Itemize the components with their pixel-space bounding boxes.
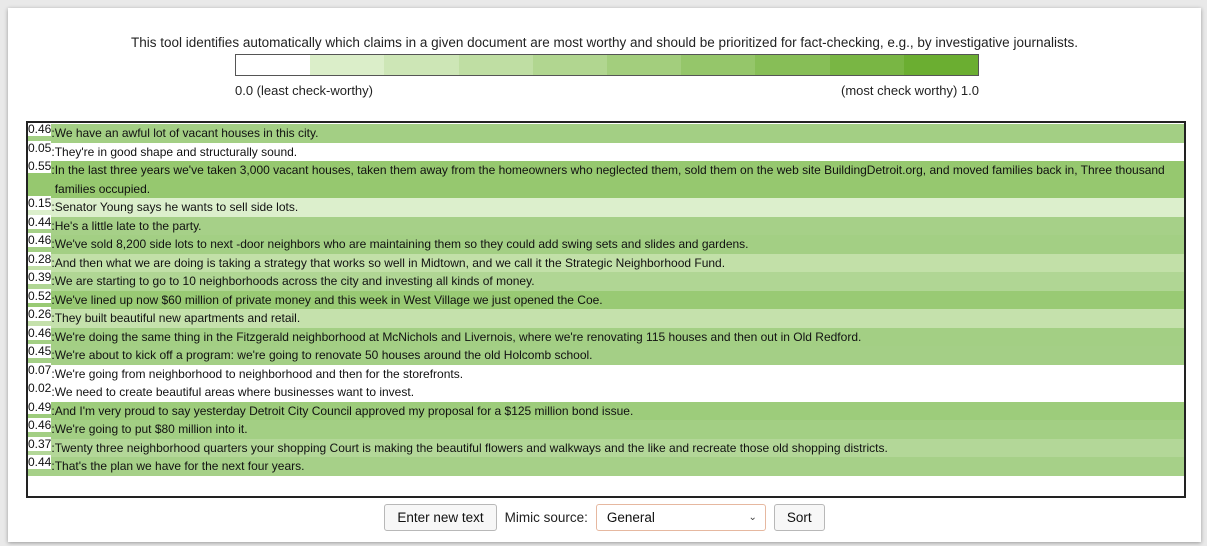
sentence-score: 0.55 — [28, 159, 52, 173]
sentence-score: 0.49 — [28, 399, 52, 414]
sentence-score: 0.45 — [28, 344, 52, 358]
sentence-score: 0.07 — [28, 362, 52, 377]
sentence-row: 0.49: And I'm very proud to say yesterda… — [28, 399, 1184, 420]
sentence-row: 0.39: We are starting to go to 10 neighb… — [28, 270, 1184, 291]
sentence-row: 0.46: We've sold 8,200 side lots to next… — [28, 233, 1184, 254]
sentence-row: 0.44: He's a little late to the party. — [28, 214, 1184, 235]
sentence-text: And I'm very proud to say yesterday Detr… — [54, 403, 634, 418]
sentence-row: 0.46: We're doing the same thing in the … — [28, 325, 1184, 346]
sentence-text: And then what we are doing is taking a s… — [54, 255, 726, 270]
sentence-text: Senator Young says he wants to sell side… — [54, 200, 299, 214]
sentence-text: They built beautiful new apartments and … — [54, 311, 301, 325]
sentence-row: 0.05: They're in good shape and structur… — [28, 140, 1184, 161]
intro-text: This tool identifies automatically which… — [131, 35, 1078, 50]
sentence-text: We've lined up now $60 million of privat… — [54, 292, 603, 307]
sentence-score: 0.15 — [28, 196, 52, 210]
scale-cell — [458, 55, 533, 75]
sentence-text: We are starting to go to 10 neighborhood… — [54, 274, 535, 288]
sentence-score: 0.46 — [28, 233, 52, 247]
sentence-text: We're going from neighborhood to neighbo… — [54, 366, 464, 381]
sentence-text: Twenty three neighborhood quarters your … — [54, 440, 888, 455]
sentence-score: 0.46 — [28, 122, 52, 136]
sentence-score: 0.28 — [28, 251, 52, 266]
sentence-row: 0.02: We need to create beautiful areas … — [28, 381, 1184, 402]
sentence-score: 0.05 — [28, 140, 52, 155]
enter-new-text-button[interactable]: Enter new text — [384, 504, 497, 531]
sentence-text: We're about to kick off a program: we're… — [54, 348, 593, 362]
sentence-score: 0.44 — [28, 455, 52, 469]
main-panel: This tool identifies automatically which… — [8, 8, 1201, 542]
sentence-text: We've sold 8,200 side lots to next -door… — [54, 237, 749, 251]
sentence-row: 0.45: We're about to kick off a program:… — [28, 344, 1184, 365]
sentence-row: 0.52: We've lined up now $60 million of … — [28, 288, 1184, 309]
scale-cell — [607, 55, 682, 75]
sentence-row: 0.46: We have an awful lot of vacant hou… — [28, 122, 1184, 143]
sentence-score: 0.46 — [28, 325, 52, 340]
sentence-score: 0.46 — [28, 418, 52, 432]
sort-button[interactable]: Sort — [773, 504, 825, 531]
sentence-text: They're in good shape and structurally s… — [54, 144, 298, 159]
scale-cell — [310, 55, 385, 75]
sentence-row: 0.26: They built beautiful new apartment… — [28, 307, 1184, 328]
sentence-text: In the last three years we've taken 3,00… — [54, 163, 1165, 196]
sentence-score: 0.39 — [28, 270, 52, 284]
scale-cell — [829, 55, 904, 75]
sentence-row: 0.15: Senator Young says he wants to sel… — [28, 196, 1184, 217]
mimic-source-select[interactable]: General ⌄ — [595, 504, 766, 531]
sentence-text: He's a little late to the party. — [54, 218, 202, 233]
controls-bar: Enter new text Mimic source: General ⌄ S… — [8, 504, 1201, 531]
sentence-row: 0.28: And then what we are doing is taki… — [28, 251, 1184, 272]
scored-document[interactable]: 0.46: We have an awful lot of vacant hou… — [26, 121, 1186, 498]
scale-min-label: 0.0 (least check-worthy) — [235, 83, 373, 98]
sentence-row: 0.55: In the last three years we've take… — [28, 159, 1184, 198]
sentence-score: 0.26 — [28, 307, 52, 321]
sentence-text: We're going to put $80 million into it. — [54, 422, 248, 436]
scale-cell — [384, 55, 459, 75]
sentence-score: 0.02 — [28, 381, 52, 395]
scale-cell — [236, 55, 311, 75]
color-scale — [235, 54, 979, 76]
sentence-text: We need to create beautiful areas where … — [54, 385, 415, 399]
scale-cell — [755, 55, 830, 75]
scale-cell — [532, 55, 608, 75]
sentence-text: That's the plan we have for the next fou… — [54, 459, 305, 473]
scale-cell — [903, 55, 979, 75]
sentence-text: We have an awful lot of vacant houses in… — [54, 126, 319, 140]
sentence-score: 0.52 — [28, 288, 52, 303]
sentence-row: 0.07: We're going from neighborhood to n… — [28, 362, 1184, 383]
scale-cell — [681, 55, 756, 75]
mimic-source-label: Mimic source: — [504, 510, 588, 525]
chevron-down-icon: ⌄ — [748, 512, 757, 523]
scale-max-label: (most check worthy) 1.0 — [841, 83, 979, 98]
sentence-row: 0.37: Twenty three neighborhood quarters… — [28, 436, 1184, 457]
sentence-text: We're doing the same thing in the Fitzge… — [54, 329, 862, 344]
mimic-source-value: General — [606, 510, 655, 525]
sentence-row: 0.44: That's the plan we have for the ne… — [28, 455, 1184, 476]
sentence-score: 0.37 — [28, 436, 52, 451]
sentence-row: 0.46: We're going to put $80 million int… — [28, 418, 1184, 439]
sentence-score: 0.44 — [28, 214, 52, 229]
